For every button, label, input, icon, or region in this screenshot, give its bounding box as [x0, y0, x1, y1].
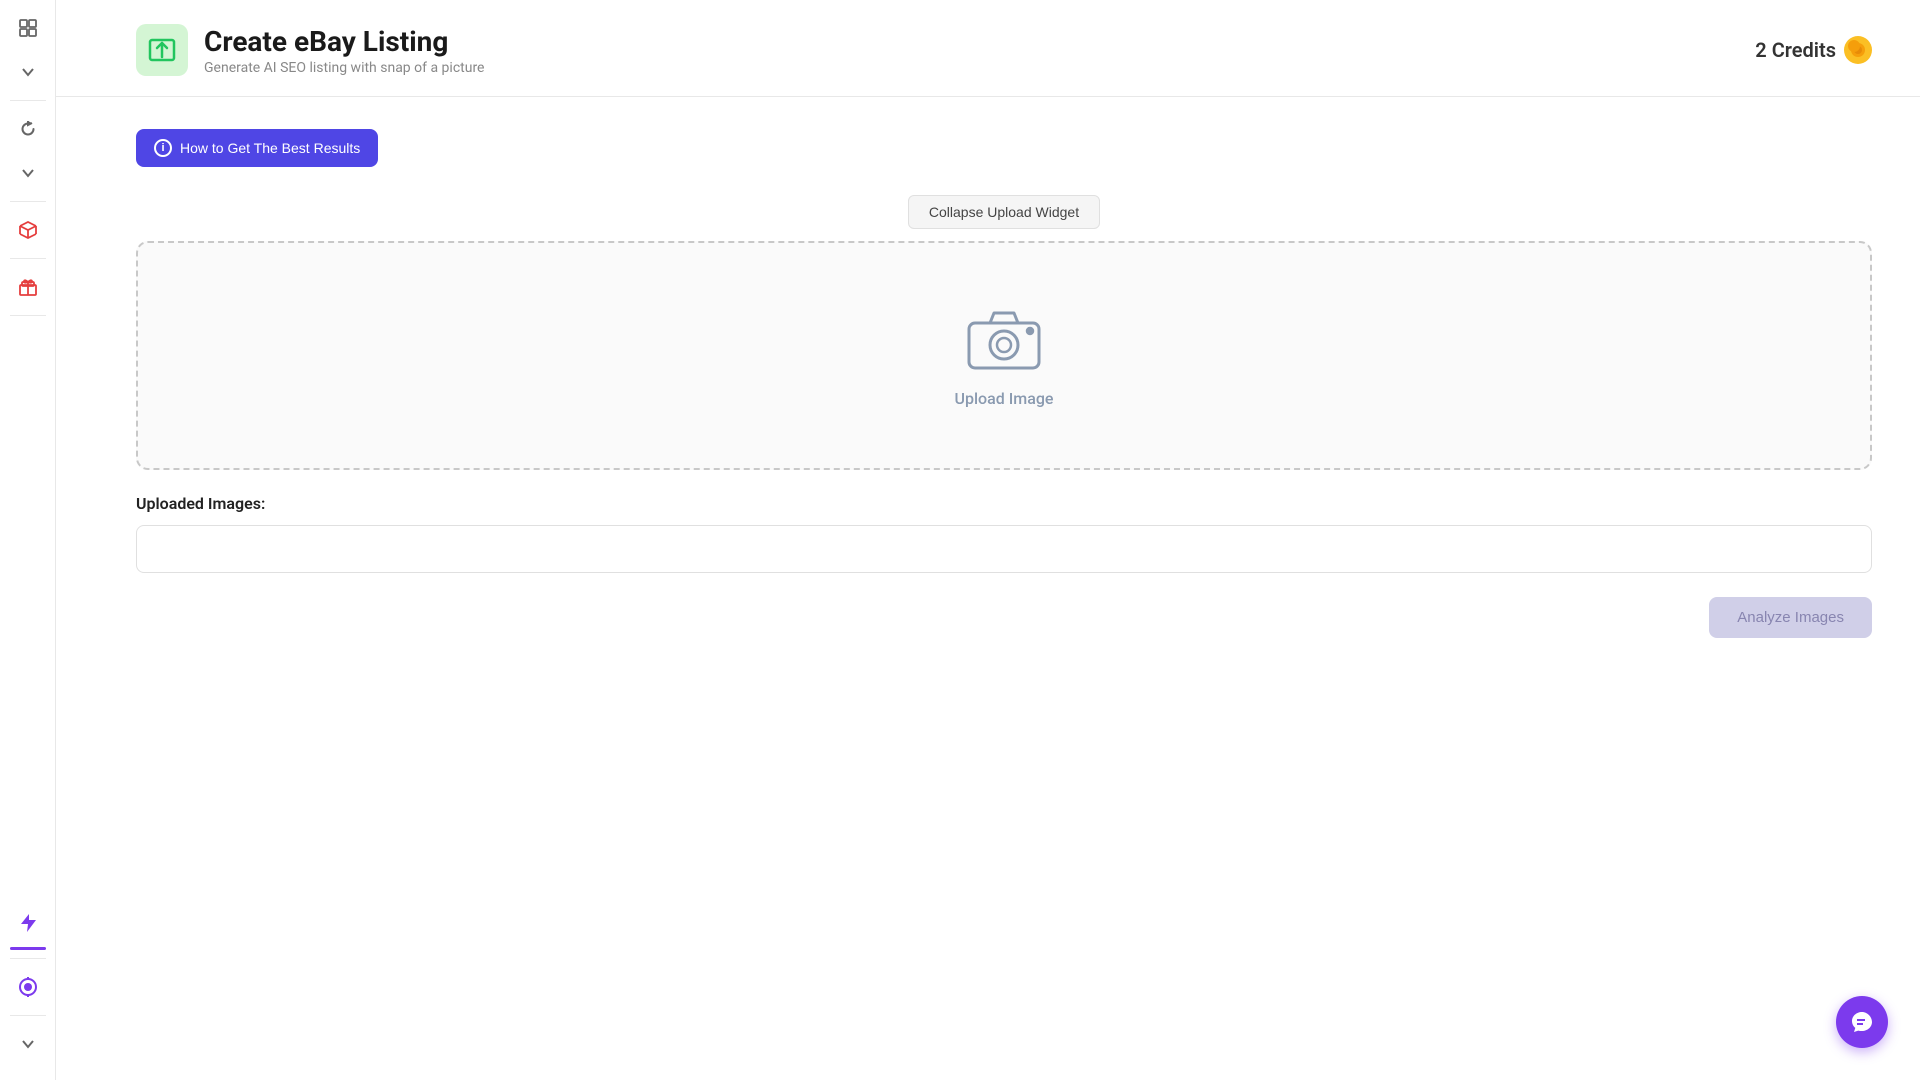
sidebar-divider-3 [10, 258, 46, 259]
sidebar-chevron-btn-3[interactable] [8, 1024, 48, 1064]
info-icon: i [154, 139, 172, 157]
upload-dropzone[interactable]: Upload Image [136, 241, 1872, 470]
sidebar-divider-6 [10, 1015, 46, 1016]
how-to-best-results-button[interactable]: i How to Get The Best Results [136, 129, 378, 167]
analyze-btn-label: Analyze Images [1737, 609, 1844, 626]
camera-icon [964, 303, 1044, 373]
sidebar-refresh-btn[interactable] [8, 109, 48, 149]
header-left: Create eBay Listing Generate AI SEO list… [136, 24, 485, 76]
credits-coin-icon [1844, 36, 1872, 64]
sidebar-layout-btn[interactable] [8, 8, 48, 48]
sidebar-divider-5 [10, 958, 46, 959]
uploaded-images-bar [136, 525, 1872, 573]
collapse-btn-label: Collapse Upload Widget [929, 204, 1079, 220]
how-to-label: How to Get The Best Results [180, 140, 360, 156]
collapse-section: Collapse Upload Widget [136, 195, 1872, 229]
sidebar-divider-4 [10, 315, 46, 316]
sidebar-bottom [8, 903, 48, 1072]
header-text: Create eBay Listing Generate AI SEO list… [204, 25, 485, 76]
upload-image-label: Upload Image [955, 389, 1054, 408]
page-header: Create eBay Listing Generate AI SEO list… [56, 0, 1920, 97]
collapse-upload-widget-button[interactable]: Collapse Upload Widget [908, 195, 1100, 229]
analyze-images-button[interactable]: Analyze Images [1709, 597, 1872, 638]
main-content: Create eBay Listing Generate AI SEO list… [56, 0, 1920, 1080]
page-body: i How to Get The Best Results Collapse U… [56, 97, 1920, 670]
uploaded-images-section: Uploaded Images: [136, 494, 1872, 573]
credits-display: 2 Credits [1755, 36, 1872, 64]
analyze-section: Analyze Images [136, 597, 1872, 638]
sidebar [0, 0, 56, 1080]
sidebar-divider-1 [10, 100, 46, 101]
sidebar-credits-btn[interactable] [8, 967, 48, 1007]
uploaded-images-title: Uploaded Images: [136, 494, 1872, 513]
sidebar-chevron-btn-2[interactable] [8, 153, 48, 193]
sidebar-lightning-btn[interactable] [8, 903, 48, 943]
credits-value: 2 Credits [1755, 38, 1836, 62]
sidebar-box-btn[interactable] [8, 210, 48, 250]
page-title: Create eBay Listing [204, 25, 485, 58]
chat-icon [1850, 1010, 1874, 1034]
header-icon-box [136, 24, 188, 76]
sidebar-chevron-btn-1[interactable] [8, 52, 48, 92]
page-subtitle: Generate AI SEO listing with snap of a p… [204, 60, 485, 76]
sidebar-gift-btn[interactable] [8, 267, 48, 307]
chat-support-button[interactable] [1836, 996, 1888, 1048]
sidebar-divider-2 [10, 201, 46, 202]
sidebar-active-indicator [10, 947, 46, 950]
